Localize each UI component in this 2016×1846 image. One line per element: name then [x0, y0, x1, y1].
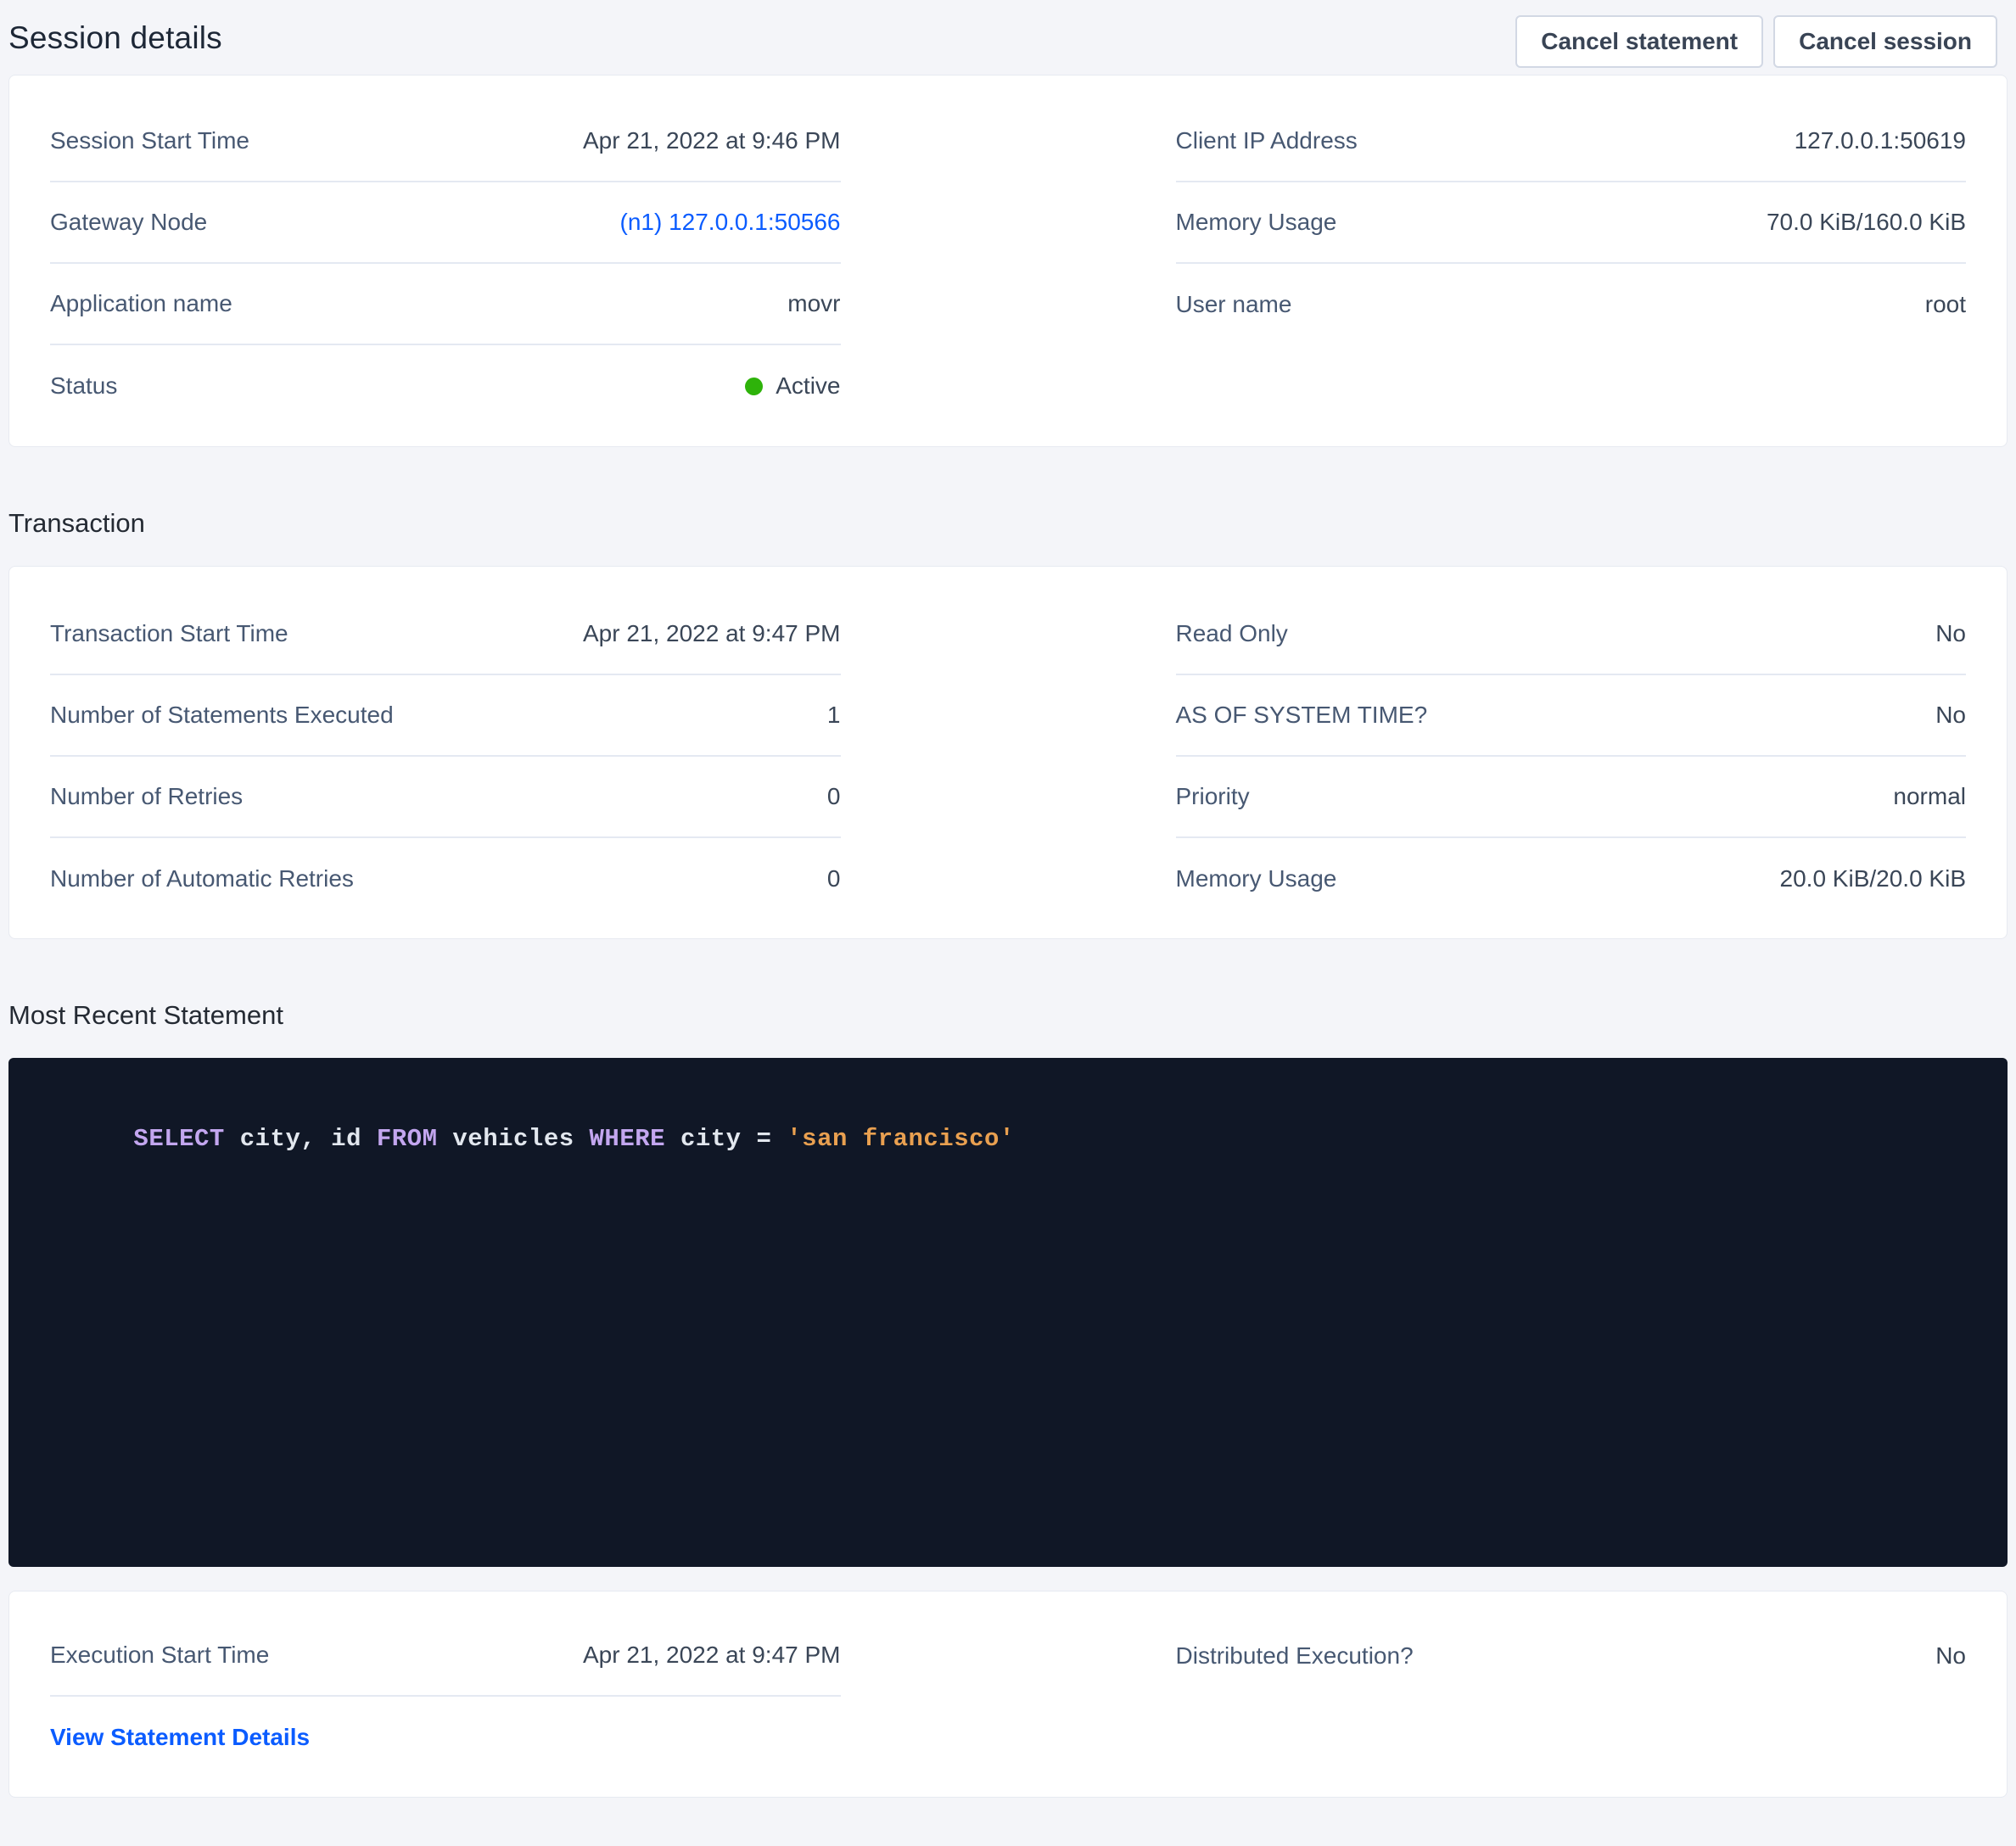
transaction-card: Transaction Start Time Apr 21, 2022 at 9…: [8, 566, 2008, 939]
execution-card-right-column: Distributed Execution? No: [1176, 1615, 1967, 1778]
row-label: Distributed Execution?: [1176, 1642, 1414, 1670]
session-summary-card: Session Start Time Apr 21, 2022 at 9:46 …: [8, 75, 2008, 447]
row-label: Number of Retries: [50, 783, 243, 810]
sql-statement: SELECT city, id FROM vehicles WHERE city…: [42, 1097, 1974, 1181]
read-only-row: Read Only No: [1176, 594, 1967, 675]
sql-string-literal: 'san francisco': [787, 1125, 1015, 1153]
row-label: Priority: [1176, 783, 1250, 810]
row-value: 127.0.0.1:50619: [1795, 127, 1966, 154]
application-name-row: Application name movr: [50, 264, 841, 345]
row-value: Apr 21, 2022 at 9:47 PM: [583, 1642, 841, 1669]
row-value: No: [1935, 620, 1966, 647]
row-label: Number of Automatic Retries: [50, 865, 354, 892]
row-label: AS OF SYSTEM TIME?: [1176, 702, 1428, 729]
row-label: Number of Statements Executed: [50, 702, 394, 729]
row-label: Memory Usage: [1176, 865, 1337, 892]
page-header: Session details Cancel statement Cancel …: [0, 0, 2016, 75]
automatic-retries-row: Number of Automatic Retries 0: [50, 838, 841, 920]
row-label: Execution Start Time: [50, 1642, 269, 1669]
row-value: Apr 21, 2022 at 9:47 PM: [583, 620, 841, 647]
priority-row: Priority normal: [1176, 757, 1967, 838]
view-statement-details-row: View Statement Details: [50, 1697, 841, 1778]
row-label: Client IP Address: [1176, 127, 1358, 154]
row-value: No: [1935, 702, 1966, 729]
view-statement-details-link[interactable]: View Statement Details: [50, 1724, 310, 1751]
status-text: Active: [776, 372, 840, 400]
session-details-page: Session details Cancel statement Cancel …: [0, 0, 2016, 1846]
row-value: 20.0 KiB/20.0 KiB: [1780, 865, 1966, 892]
row-label: User name: [1176, 291, 1292, 318]
gateway-node-link[interactable]: (n1) 127.0.0.1:50566: [620, 209, 841, 235]
sql-keyword-select: SELECT: [133, 1125, 224, 1153]
sql-keyword-where: WHERE: [590, 1125, 666, 1153]
execution-card-left-column: Execution Start Time Apr 21, 2022 at 9:4…: [50, 1615, 841, 1778]
row-label: Application name: [50, 290, 232, 317]
row-value: movr: [787, 290, 840, 317]
row-value: 70.0 KiB/160.0 KiB: [1767, 209, 1966, 236]
transaction-section-heading: Transaction: [8, 508, 2016, 539]
status-row: Status Active: [50, 345, 841, 427]
sql-statement-box: SELECT city, id FROM vehicles WHERE city…: [8, 1058, 2008, 1567]
status-badge: Active: [745, 372, 840, 400]
row-label: Gateway Node: [50, 209, 207, 236]
row-value: 0: [827, 783, 841, 810]
row-value: 0: [827, 865, 841, 892]
transaction-card-left-column: Transaction Start Time Apr 21, 2022 at 9…: [50, 594, 841, 920]
execution-card: Execution Start Time Apr 21, 2022 at 9:4…: [8, 1591, 2008, 1798]
statement-section-heading: Most Recent Statement: [8, 1000, 2016, 1031]
as-of-system-time-row: AS OF SYSTEM TIME? No: [1176, 675, 1967, 757]
row-label: Read Only: [1176, 620, 1288, 647]
header-actions: Cancel statement Cancel session: [1515, 15, 1997, 68]
transaction-card-right-column: Read Only No AS OF SYSTEM TIME? No Prior…: [1176, 594, 1967, 920]
status-active-dot-icon: [745, 378, 763, 395]
sql-columns: city, id: [225, 1125, 377, 1153]
sql-keyword-from: FROM: [377, 1125, 438, 1153]
distributed-execution-row: Distributed Execution? No: [1176, 1615, 1967, 1697]
sql-condition: city =: [665, 1125, 787, 1153]
transaction-memory-usage-row: Memory Usage 20.0 KiB/20.0 KiB: [1176, 838, 1967, 920]
session-memory-usage-row: Memory Usage 70.0 KiB/160.0 KiB: [1176, 182, 1967, 264]
retries-row: Number of Retries 0: [50, 757, 841, 838]
execution-start-time-row: Execution Start Time Apr 21, 2022 at 9:4…: [50, 1615, 841, 1697]
sql-table: vehicles: [438, 1125, 590, 1153]
row-value: normal: [1893, 783, 1966, 810]
row-label: Status: [50, 372, 117, 400]
row-label: Memory Usage: [1176, 209, 1337, 236]
cancel-session-button[interactable]: Cancel session: [1773, 15, 1997, 68]
row-value: Apr 21, 2022 at 9:46 PM: [583, 127, 841, 154]
session-card-left-column: Session Start Time Apr 21, 2022 at 9:46 …: [50, 101, 841, 427]
user-name-row: User name root: [1176, 264, 1967, 345]
row-value: 1: [827, 702, 841, 729]
transaction-start-time-row: Transaction Start Time Apr 21, 2022 at 9…: [50, 594, 841, 675]
gateway-node-row: Gateway Node (n1) 127.0.0.1:50566: [50, 182, 841, 264]
row-label: Transaction Start Time: [50, 620, 288, 647]
row-label: Session Start Time: [50, 127, 249, 154]
session-card-right-column: Client IP Address 127.0.0.1:50619 Memory…: [1176, 101, 1967, 427]
row-value: No: [1935, 1642, 1966, 1670]
page-title: Session details: [8, 15, 222, 56]
client-ip-row: Client IP Address 127.0.0.1:50619: [1176, 101, 1967, 182]
cancel-statement-button[interactable]: Cancel statement: [1515, 15, 1763, 68]
statements-executed-row: Number of Statements Executed 1: [50, 675, 841, 757]
session-start-time-row: Session Start Time Apr 21, 2022 at 9:46 …: [50, 101, 841, 182]
row-value: root: [1925, 291, 1966, 318]
